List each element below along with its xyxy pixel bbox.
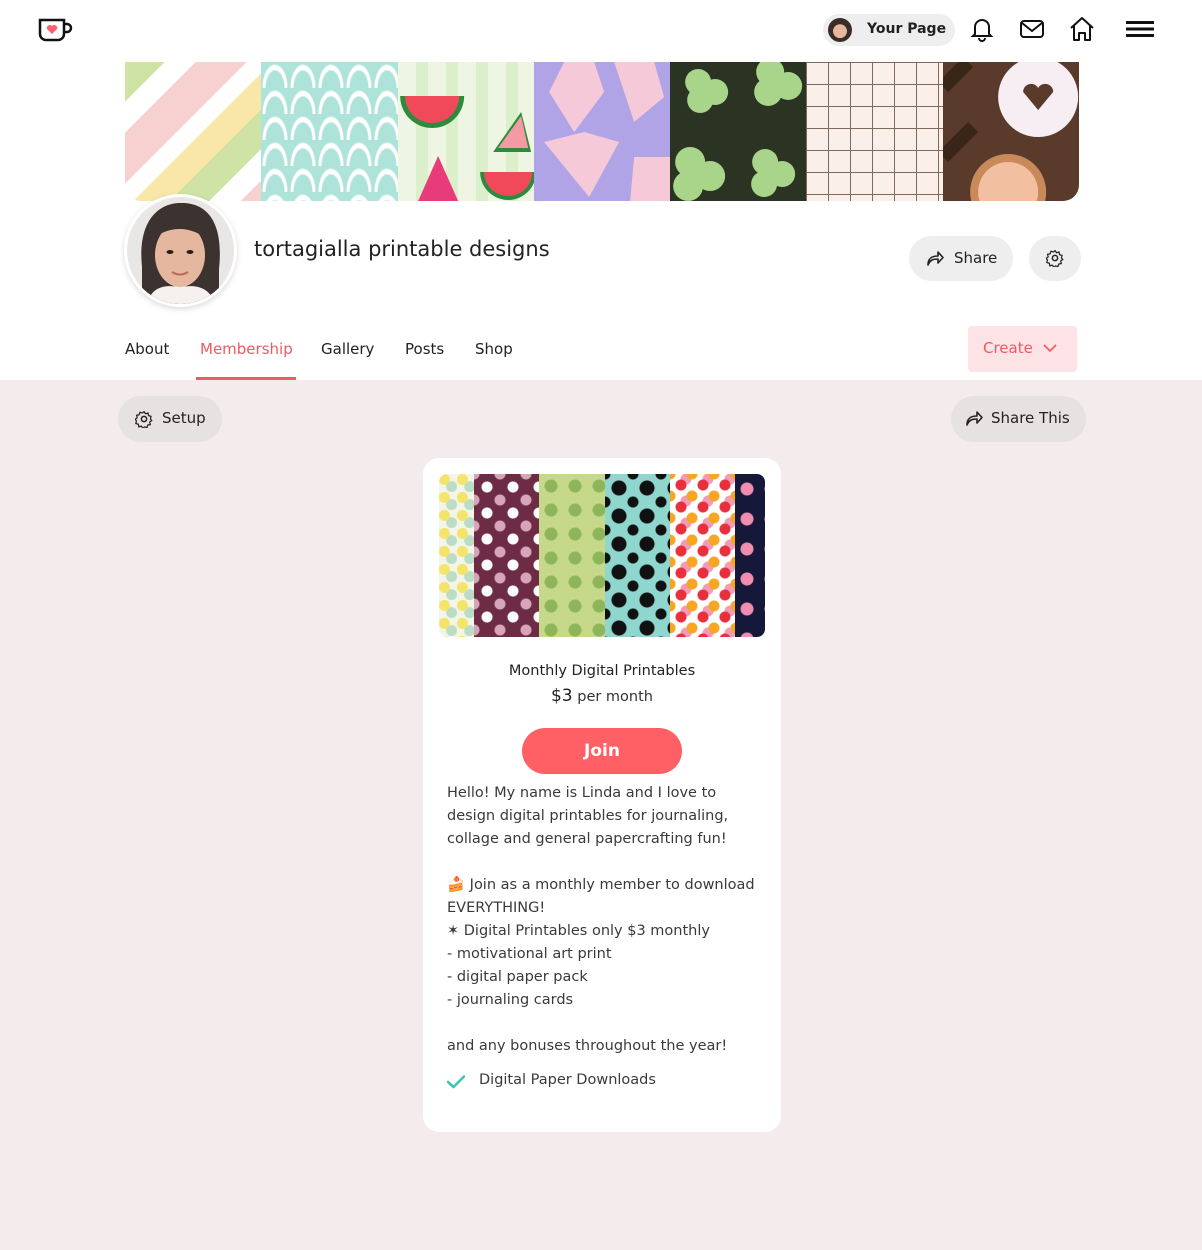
mail-icon[interactable] [1018,15,1046,43]
share-this-button[interactable]: Share This [951,396,1086,442]
checkmark-icon [447,1075,465,1089]
description-line: EVERYTHING! [447,900,546,916]
banner-clover-pattern [670,62,807,201]
kofi-logo-icon[interactable] [38,16,74,44]
profile-avatar[interactable] [124,194,237,307]
your-page-label: Your Page [867,21,947,37]
bell-icon[interactable] [968,15,996,43]
setup-button[interactable]: Setup [118,396,222,442]
join-button[interactable]: Join [522,728,682,774]
tab-gallery[interactable]: Gallery [321,340,374,358]
tier-pattern-hearts [474,474,539,637]
top-nav-bar: Your Page [0,0,1202,62]
banner-stripes-pattern [125,62,262,201]
home-icon[interactable] [1068,15,1096,43]
share-button[interactable]: Share [909,236,1013,281]
tier-price: $3 per month [423,686,781,706]
tab-membership[interactable]: Membership [200,340,293,358]
benefit-label: Digital Paper Downloads [479,1072,656,1088]
tier-cover-image [439,474,765,637]
description-line: and any bonuses throughout the year! [447,1038,728,1054]
user-avatar [828,18,852,42]
description-line: - journaling cards [447,992,574,1008]
banner-grid-pattern [806,62,943,201]
price-period: per month [577,689,653,705]
description-line: 🍰 Join as a monthly member to download [447,877,755,893]
description-line [447,851,767,874]
description-line: Hello! My name is Linda and I love to [447,785,717,801]
active-tab-indicator [196,377,296,380]
price-amount: $3 [550,686,573,706]
tab-about[interactable]: About [125,340,169,358]
banner-donut-pattern [937,62,1079,201]
tab-shop[interactable]: Shop [475,340,513,358]
create-label: Create [983,339,1033,357]
tier-pattern-flowers [670,474,735,637]
create-dropdown-button[interactable]: Create [968,326,1077,372]
tier-pattern-clovers [539,474,605,637]
your-page-button[interactable]: Your Page [823,14,955,46]
tab-posts[interactable]: Posts [405,340,444,358]
tier-pattern-lemons [439,474,474,637]
description-line: ✶ Digital Printables only $3 monthly [447,923,710,939]
gear-icon [135,410,153,428]
setup-label: Setup [162,409,206,427]
membership-tier-card: Monthly Digital Printables $3 per month … [423,458,781,1132]
profile-header: tortagialla printable designs Share Abou… [0,62,1202,380]
menu-icon[interactable] [1126,15,1154,43]
share-arrow-icon [927,251,944,266]
gear-icon [1046,249,1064,267]
tier-pattern-leopard [605,474,670,637]
tier-name: Monthly Digital Printables [508,663,696,679]
cover-banner [125,62,1079,201]
banner-waves-pattern [261,62,398,201]
description-line: design digital printables for journaling… [447,808,729,824]
tier-description: Hello! My name is Linda and I love to de… [447,782,767,1058]
page-title: tortagialla printable designs [254,237,550,261]
chevron-down-icon [1043,344,1057,353]
share-label: Share [954,249,998,267]
description-line [447,1012,767,1035]
description-line: collage and general papercrafting fun! [447,831,727,847]
share-this-label: Share This [991,409,1070,427]
description-line: - motivational art print [447,946,612,962]
share-arrow-icon [966,411,983,426]
tier-pattern-navy-floral [735,474,765,637]
banner-hearts-pattern [533,62,671,201]
settings-button[interactable] [1029,236,1081,281]
banner-watermelon-pattern [397,62,536,201]
description-line: - digital paper pack [447,969,588,985]
